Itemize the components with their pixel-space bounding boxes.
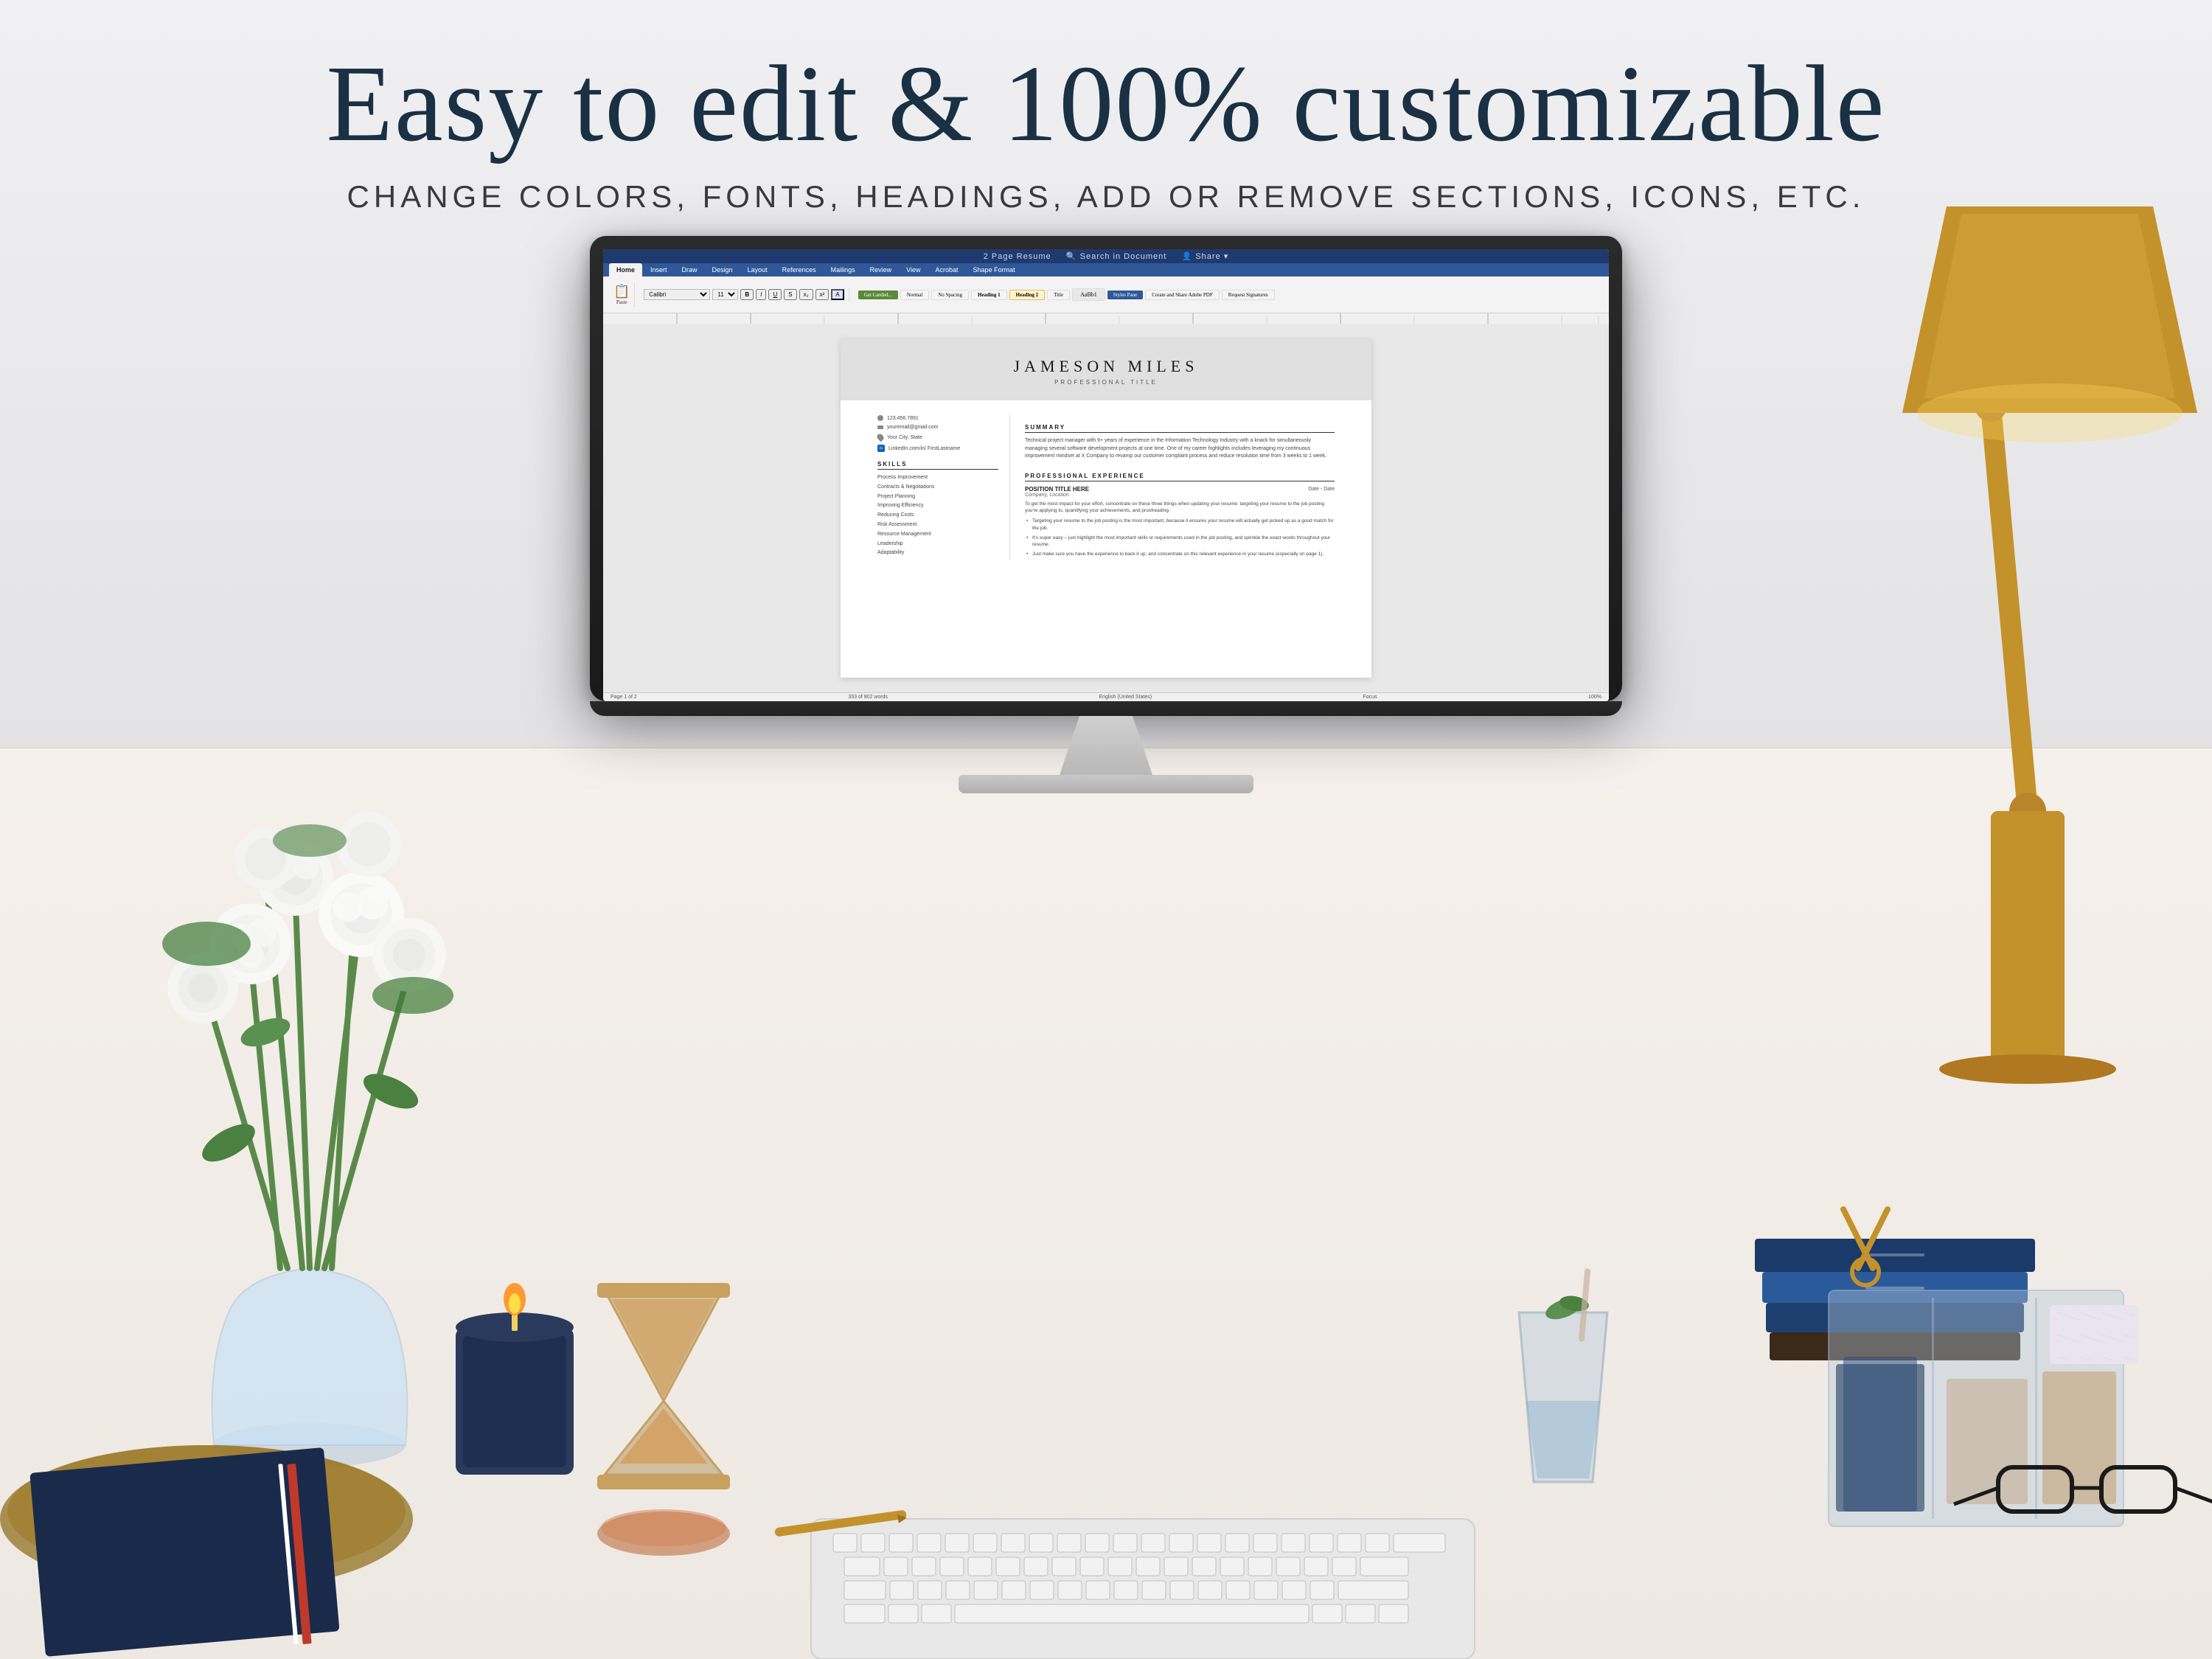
tab-draw[interactable]: Draw (675, 263, 705, 276)
skill-4: Improving Efficiency (877, 502, 998, 509)
bullet-3: Just make sure you have the experience t… (1025, 551, 1335, 558)
tab-insert[interactable]: Insert (643, 263, 675, 276)
paste-label: Paste (616, 299, 627, 305)
tab-view[interactable]: View (899, 263, 928, 276)
skill-9: Adaptability (877, 549, 998, 557)
monitor-chin (590, 701, 1622, 716)
linkedin-icon: in (877, 445, 885, 452)
bullet-1: Targeting your resume to the job posting… (1025, 518, 1335, 532)
tab-shape-format[interactable]: Shape Format (966, 263, 1023, 276)
italic-button[interactable]: I (756, 289, 766, 300)
status-zoom[interactable]: 100% (1588, 695, 1601, 700)
share-button-area[interactable]: 👤 Share ▾ (1182, 252, 1229, 261)
desk-surface (0, 747, 2212, 1659)
style-normal[interactable]: Normal (900, 290, 929, 300)
doc-content-area[interactable]: JAMESON MILES PROFESSIONAL TITLE 123.456… (603, 324, 1609, 692)
tab-layout[interactable]: Layout (740, 263, 775, 276)
skill-3: Project Planning (877, 493, 998, 501)
job-date: Date - Date (1308, 487, 1335, 492)
search-in-document: 🔍 Search in Document (1066, 252, 1166, 261)
contact-location: Your City, State (877, 434, 998, 441)
font-section: Calibri 11 B I U S x₂ x² A (639, 288, 849, 302)
contact-email: youremail@gmail.com (877, 425, 998, 430)
email-icon (877, 425, 883, 429)
ribbon-toolbar: 📋 Paste Calibri 11 B I U S x₂ x² A (603, 276, 1609, 313)
status-page-count: Page 1 of 2 (611, 695, 637, 700)
font-size-select[interactable]: 11 (712, 289, 738, 300)
job-title-row: POSITION TITLE HERE Date - Date (1025, 486, 1335, 493)
resume-professional-title: PROFESSIONAL TITLE (877, 379, 1335, 386)
doc-right-column: SUMMARY Technical project manager with 9… (1025, 415, 1335, 560)
styles-pane-button[interactable]: Styles Pane (1107, 291, 1143, 299)
tab-design[interactable]: Design (705, 263, 740, 276)
skill-7: Resource Management (877, 531, 998, 538)
tab-mailings[interactable]: Mailings (824, 263, 863, 276)
superscript-button[interactable]: x² (815, 289, 830, 300)
status-word-count: 333 of 802 words (848, 695, 888, 700)
strikethrough-button[interactable]: S (784, 289, 796, 300)
font-color-button[interactable]: A (831, 289, 844, 300)
style-heading1[interactable]: Heading 1 (971, 290, 1007, 300)
contact-linkedin: in LinkedIn.com/in/ FirstLastname (877, 445, 998, 452)
subscript-button[interactable]: x₂ (799, 289, 813, 300)
paste-icon[interactable]: 📋 (613, 284, 630, 299)
word-title: 2 Page Resume (984, 252, 1051, 261)
create-share-adobe[interactable]: Create and Share Adobe PDF (1145, 290, 1219, 300)
linkedin-text: LinkedIn.com/in/ FirstLastname (888, 446, 960, 451)
style-no-spacing[interactable]: No Spacing (931, 290, 969, 300)
style-get-landed[interactable]: Get Landed... (858, 291, 898, 299)
skill-8: Leadership (877, 540, 998, 548)
phone-icon (877, 415, 883, 421)
tab-home[interactable]: Home (609, 263, 642, 276)
paste-section: 📋 Paste (609, 282, 635, 307)
request-signatures[interactable]: Request Signatures (1222, 290, 1275, 300)
bold-button[interactable]: B (740, 289, 754, 300)
skills-section-label: SKILLS (877, 461, 998, 470)
bullet-2: It's super easy – just highlight the mos… (1025, 535, 1335, 549)
location-text: Your City, State (887, 435, 922, 440)
monitor-base (959, 775, 1253, 793)
monitor-stand (1040, 716, 1172, 775)
job-company: Company, Location (1025, 493, 1335, 498)
styles-section: Get Landed... Normal No Spacing Heading … (854, 287, 1279, 302)
status-language: English (United States) (1099, 695, 1152, 700)
style-title[interactable]: Title (1047, 290, 1070, 300)
experience-section-label: PROFESSIONAL EXPERIENCE (1025, 473, 1335, 481)
resume-name: JAMESON MILES (877, 357, 1335, 376)
main-title: Easy to edit & 100% customizable (147, 44, 2065, 164)
contact-phone: 123.456.7891 (877, 415, 998, 421)
doc-left-column: 123.456.7891 youremail@gmail.com Your Ci… (877, 415, 1010, 560)
doc-resume-header: JAMESON MILES PROFESSIONAL TITLE (841, 338, 1371, 400)
summary-section-label: SUMMARY (1025, 424, 1335, 433)
style-aabb1[interactable]: AaBb1 (1072, 288, 1105, 301)
skill-6: Risk Assessment (877, 521, 998, 529)
subtitle: CHANGE COLORS, FONTS, HEADINGS, ADD or R… (147, 179, 2065, 215)
underline-button[interactable]: U (768, 289, 782, 300)
doc-page: JAMESON MILES PROFESSIONAL TITLE 123.456… (841, 338, 1371, 678)
tab-acrobat[interactable]: Acrobat (928, 263, 966, 276)
style-heading2[interactable]: Heading 2 (1009, 290, 1046, 300)
skill-2: Contracts & Negotiations (877, 484, 998, 491)
skill-1: Process Improvement (877, 474, 998, 481)
tab-references[interactable]: References (775, 263, 824, 276)
job-position-title: POSITION TITLE HERE (1025, 486, 1089, 493)
status-focus[interactable]: Focus (1363, 695, 1377, 700)
monitor-outer: 2 Page Resume 🔍 Search in Document 👤 Sha… (590, 236, 1622, 701)
summary-text: Technical project manager with 9+ years … (1025, 437, 1335, 461)
word-title-bar: 2 Page Resume 🔍 Search in Document 👤 Sha… (603, 249, 1609, 263)
monitor-screen: 2 Page Resume 🔍 Search in Document 👤 Sha… (603, 249, 1609, 701)
email-text: youremail@gmail.com (887, 425, 938, 430)
doc-two-column: 123.456.7891 youremail@gmail.com Your Ci… (877, 415, 1335, 560)
tab-review[interactable]: Review (863, 263, 900, 276)
ruler (603, 313, 1609, 324)
monitor-container: 2 Page Resume 🔍 Search in Document 👤 Sha… (590, 236, 1622, 793)
font-family-select[interactable]: Calibri (644, 289, 710, 300)
ribbon-tabs-bar: Home Insert Draw Design Layout Reference… (603, 263, 1609, 276)
skill-5: Reducing Costs (877, 512, 998, 519)
job-description: To get the most impact for your effort, … (1025, 501, 1335, 515)
word-status-bar: Page 1 of 2 333 of 802 words English (Un… (603, 692, 1609, 701)
header-area: Easy to edit & 100% customizable CHANGE … (147, 44, 2065, 215)
location-icon (876, 433, 886, 442)
phone-text: 123.456.7891 (887, 416, 919, 421)
